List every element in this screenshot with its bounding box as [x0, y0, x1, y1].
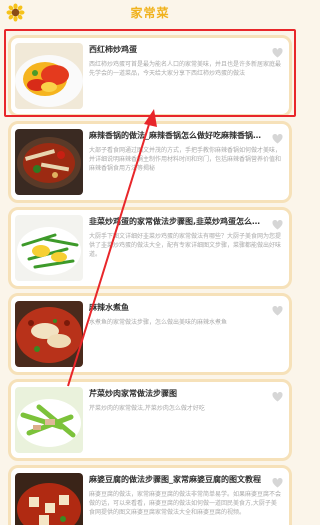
heart-icon[interactable] — [272, 134, 283, 144]
recipe-card-celery-pork[interactable]: 芹菜炒肉家常做法步骤图 芹菜炒肉的家常做法,芹菜炒肉怎么做才好吃 — [8, 379, 292, 461]
recipe-title: 麻辣香锅的做法_麻辣香锅怎么做好吃麻辣香锅的... — [89, 131, 267, 140]
recipe-description: 麻婆豆腐的做法，家常麻婆豆腐的做法非常简单易学。如果麻婆豆腐不会做的话，可以来看… — [89, 491, 281, 516]
heart-icon[interactable] — [272, 306, 283, 316]
recipe-card-boiled-fish[interactable]: 麻辣水煮鱼 水煮鱼的家常做法步骤，怎么做出美味的麻辣水煮鱼 — [8, 293, 292, 375]
recipe-card-tomato-egg[interactable]: 西红柿炒鸡蛋 西红柿炒鸡蛋可首是最为能名人口的家常美味，并且也是许多新居家庭最先… — [8, 35, 292, 117]
recipe-image — [15, 473, 83, 525]
heart-icon[interactable] — [272, 48, 283, 58]
page-title: 家常菜 — [130, 6, 170, 20]
heart-icon[interactable] — [272, 220, 283, 230]
recipe-card-chive-egg[interactable]: 韭菜炒鸡蛋的家常做法步骤图,韭菜炒鸡蛋怎么做... 大厨手下图文详细好韭菜炒鸡蛋… — [8, 207, 292, 289]
recipe-image — [15, 43, 83, 109]
recipe-card-mapo-tofu[interactable]: 麻婆豆腐的做法步骤图_家常麻婆豆腐的图文教程 麻婆豆腐的做法，家常麻婆豆腐的做法… — [8, 465, 292, 525]
heart-icon[interactable] — [272, 392, 283, 402]
recipe-title: 韭菜炒鸡蛋的家常做法步骤图,韭菜炒鸡蛋怎么做... — [89, 217, 267, 226]
recipe-image — [15, 387, 83, 453]
recipe-image — [15, 301, 83, 367]
recipe-card-spicy-pot[interactable]: 麻辣香锅的做法_麻辣香锅怎么做好吃麻辣香锅的... 大部子看食网通过图文并茂的方… — [8, 121, 292, 203]
recipe-title: 麻辣水煮鱼 — [89, 303, 129, 312]
recipe-title: 麻婆豆腐的做法步骤图_家常麻婆豆腐的图文教程 — [89, 475, 261, 484]
recipe-description: 大厨手下图文详细好韭菜炒鸡蛋的家常做法有哪些？大厨子美食网为您提供了韭菜炒鸡蛋的… — [89, 233, 281, 258]
recipe-description: 芹菜炒肉的家常做法,芹菜炒肉怎么做才好吃 — [89, 405, 205, 412]
recipe-description: 大部子看食网通过图文并茂的方式，手把手教你麻辣香锅如何做才美味，并详细说明麻辣香… — [89, 147, 281, 172]
recipe-description: 水煮鱼的家常做法步骤，怎么做出美味的麻辣水煮鱼 — [89, 319, 228, 326]
heart-icon[interactable] — [272, 478, 283, 488]
recipe-image — [15, 215, 83, 281]
recipe-description: 西红柿炒鸡蛋可首是最为能名人口的家常美味，并且也是许多新居家庭最先学会的一道菜品… — [89, 61, 281, 77]
recipe-title: 西红柿炒鸡蛋 — [89, 45, 137, 54]
sunflower-icon — [6, 3, 25, 22]
app-header: 家常菜 — [0, 0, 300, 26]
recipe-image — [15, 129, 83, 195]
recipe-title: 芹菜炒肉家常做法步骤图 — [89, 389, 177, 398]
